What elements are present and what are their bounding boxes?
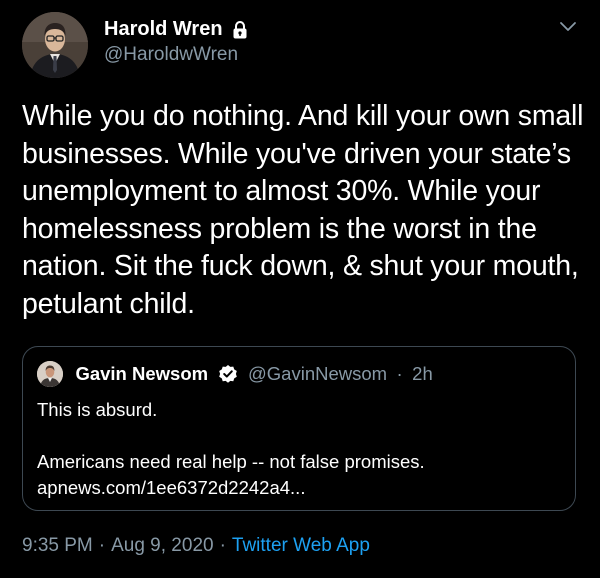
quoted-separator: · (396, 363, 403, 384)
tweet-text: While you do nothing. And kill your own … (22, 100, 584, 320)
author-display-name[interactable]: Harold Wren (104, 18, 223, 41)
footer-separator: · (219, 535, 226, 556)
quoted-text-line: This is absurd. (37, 399, 158, 420)
quoted-text-spacer (37, 423, 557, 449)
tweet-time[interactable]: 9:35 PM (22, 535, 93, 556)
author-avatar[interactable] (22, 12, 88, 78)
tweet-footer: 9:35 PM · Aug 9, 2020 · Twitter Web App (22, 535, 370, 557)
author-names: Harold Wren @HaroldwWren (104, 18, 249, 66)
verified-badge-icon (218, 365, 237, 383)
quoted-tweet[interactable]: Gavin Newsom @GavinNewsom · 2h This is a… (22, 346, 576, 511)
quoted-time: 2h (412, 363, 433, 384)
footer-separator: · (98, 535, 106, 556)
lock-icon (233, 20, 247, 38)
tweet-card: Harold Wren @HaroldwWren While you do no… (0, 0, 600, 578)
tweet-source-link[interactable]: Twitter Web App (232, 535, 370, 556)
quoted-display-name: Gavin Newsom (75, 363, 209, 384)
quoted-link[interactable]: apnews.com/1ee6372d2242a4... (37, 475, 557, 501)
quoted-tweet-text: This is absurd. Americans need real help… (37, 397, 557, 501)
quoted-handle: @GavinNewsom (248, 363, 388, 384)
author-handle[interactable]: @HaroldwWren (104, 44, 249, 66)
chevron-down-icon[interactable] (558, 20, 578, 34)
quoted-author-avatar (37, 361, 63, 387)
tweet-date[interactable]: Aug 9, 2020 (111, 535, 213, 556)
avatar-photo-icon (22, 12, 88, 78)
tweet-header: Harold Wren @HaroldwWren (22, 12, 582, 78)
quoted-tweet-header: Gavin Newsom @GavinNewsom · 2h (37, 361, 433, 389)
quoted-avatar-photo-icon (37, 361, 63, 387)
quoted-text-line: Americans need real help -- not false pr… (37, 451, 425, 472)
